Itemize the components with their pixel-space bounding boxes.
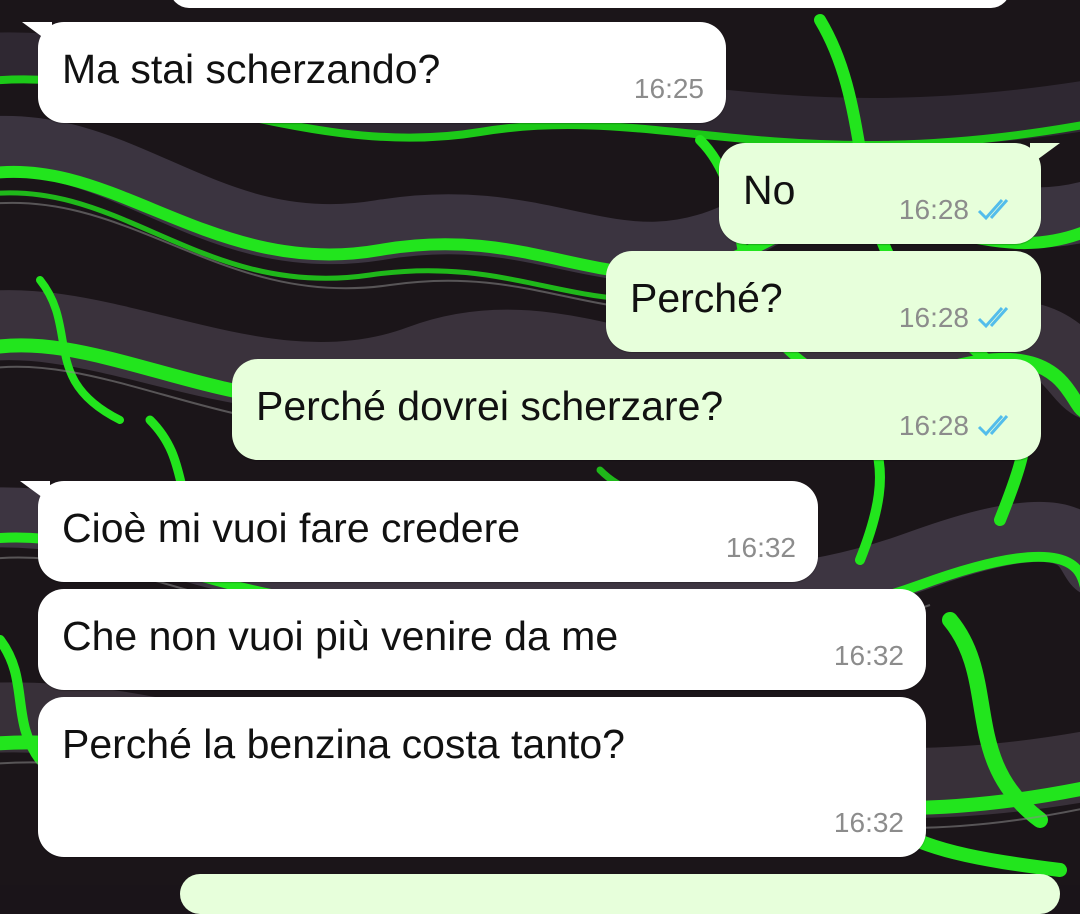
message-meta: 16:28 [899,302,1019,334]
message-bubble-incoming[interactable]: Ma stai scherzando? 16:25 [38,22,726,123]
message-text: Perché la benzina costa tanto? [62,721,625,767]
clipped-bubble-bottom [180,874,1060,914]
message-bubble-outgoing[interactable]: No 16:28 [719,143,1041,244]
message-time: 16:32 [725,532,796,563]
message-meta: 16:25 [634,73,704,105]
message-text: No [743,167,796,213]
message-bubble-outgoing[interactable]: Perché? 16:28 [606,251,1041,352]
message-text: Perché? [630,275,783,321]
message-meta: 16:32 [726,532,796,564]
message-time: 16:32 [833,807,904,838]
message-time: 16:32 [833,640,904,671]
double-check-icon [977,199,1009,221]
message-text: Che non vuoi più venire da me [62,613,619,659]
message-bubble-incoming[interactable]: Che non vuoi più venire da me 16:32 [38,589,926,690]
incoming-tail [20,481,50,503]
message-meta: 16:28 [899,410,1019,442]
clipped-bubble-top [170,0,1010,8]
outgoing-tail [1030,143,1060,165]
message-meta: 16:28 [899,194,1019,226]
message-time: 16:25 [633,73,704,104]
message-text: Ma stai scherzando? [62,46,441,92]
message-text: Perché dovrei scherzare? [256,383,724,429]
message-bubble-incoming[interactable]: Perché la benzina costa tanto? 16:32 [38,697,926,857]
double-check-icon [977,415,1009,437]
message-meta: 16:32 [834,807,904,839]
message-time: 16:28 [898,302,969,333]
message-time: 16:28 [898,194,969,225]
message-meta: 16:32 [834,640,904,672]
double-check-icon [977,307,1009,329]
message-bubble-outgoing[interactable]: Perché dovrei scherzare? 16:28 [232,359,1041,460]
message-text: Cioè mi vuoi fare credere [62,505,521,551]
incoming-tail [22,22,52,44]
message-time: 16:28 [898,410,969,441]
message-bubble-incoming[interactable]: Cioè mi vuoi fare credere 16:32 [38,481,818,582]
